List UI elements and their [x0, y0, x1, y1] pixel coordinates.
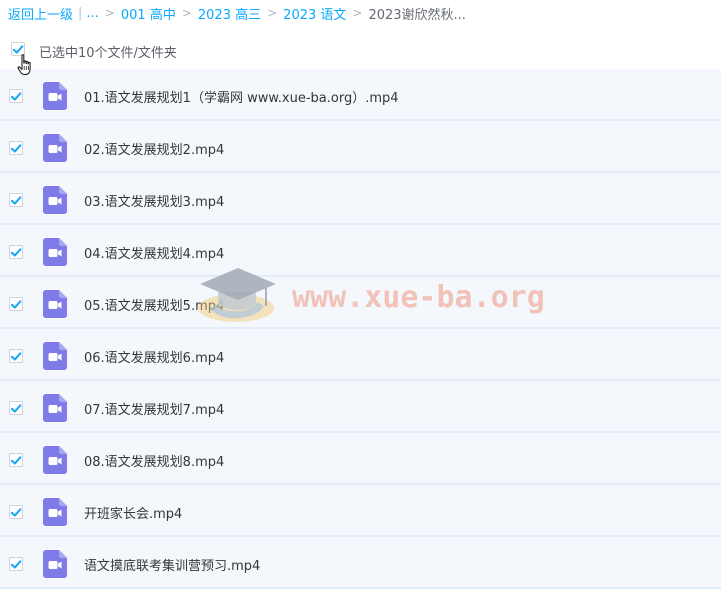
file-name[interactable]: 06.语文发展规划6.mp4	[84, 347, 224, 366]
video-file-icon	[43, 134, 67, 162]
breadcrumb-item-gaosan[interactable]: 2023 高三	[198, 4, 261, 23]
file-checkbox[interactable]	[9, 193, 23, 207]
checkmark-icon	[10, 403, 22, 413]
file-row[interactable]: 08.语文发展规划8.mp4	[0, 433, 721, 485]
checkmark-icon	[10, 195, 22, 205]
file-list: 01.语文发展规划1（学霸网 www.xue-ba.org）.mp4 02.语文发…	[0, 69, 721, 589]
selection-bar: 已选中10个文件/文件夹	[0, 35, 721, 76]
file-checkbox[interactable]	[9, 245, 23, 259]
video-file-icon	[43, 342, 67, 370]
file-name[interactable]: 03.语文发展规划3.mp4	[84, 191, 224, 210]
file-row[interactable]: 07.语文发展规划7.mp4	[0, 381, 721, 433]
breadcrumb-ellipsis[interactable]: ...	[86, 6, 98, 21]
file-row[interactable]: 04.语文发展规划4.mp4	[0, 225, 721, 277]
video-file-icon	[43, 290, 67, 318]
file-row[interactable]: 语文摸底联考集训营预习.mp4	[0, 537, 721, 589]
video-file-icon	[43, 186, 67, 214]
file-checkbox[interactable]	[9, 401, 23, 415]
checkmark-icon	[10, 299, 22, 309]
checkmark-icon	[10, 351, 22, 361]
file-name[interactable]: 开班家长会.mp4	[84, 503, 182, 522]
file-row[interactable]: 开班家长会.mp4	[0, 485, 721, 537]
checkmark-icon	[10, 91, 22, 101]
file-row[interactable]: 03.语文发展规划3.mp4	[0, 173, 721, 225]
video-file-icon	[43, 498, 67, 526]
hand-pointer-icon	[17, 54, 31, 76]
file-checkbox[interactable]	[9, 453, 23, 467]
checkmark-icon	[10, 507, 22, 517]
file-checkbox[interactable]	[9, 557, 23, 571]
file-browser: 返回上一级 | ... > 001 高中 > 2023 高三 > 2023 语文…	[0, 0, 721, 599]
file-row[interactable]: 05.语文发展规划5.mp4	[0, 277, 721, 329]
checkmark-icon	[10, 559, 22, 569]
file-name[interactable]: 02.语文发展规划2.mp4	[84, 139, 224, 158]
breadcrumb: 返回上一级 | ... > 001 高中 > 2023 高三 > 2023 语文…	[8, 4, 466, 23]
file-row[interactable]: 01.语文发展规划1（学霸网 www.xue-ba.org）.mp4	[0, 69, 721, 121]
file-checkbox[interactable]	[9, 89, 23, 103]
video-file-icon	[43, 550, 67, 578]
checkmark-icon	[10, 455, 22, 465]
breadcrumb-item-gaozhong[interactable]: 001 高中	[121, 4, 176, 23]
video-file-icon	[43, 82, 67, 110]
checkmark-icon	[10, 247, 22, 257]
breadcrumb-back-link[interactable]: 返回上一级	[8, 4, 73, 23]
file-name[interactable]: 04.语文发展规划4.mp4	[84, 243, 224, 262]
breadcrumb-item-yuwen[interactable]: 2023 语文	[283, 4, 346, 23]
file-checkbox[interactable]	[9, 141, 23, 155]
file-name[interactable]: 08.语文发展规划8.mp4	[84, 451, 224, 470]
video-file-icon	[43, 238, 67, 266]
file-checkbox[interactable]	[9, 297, 23, 311]
breadcrumb-divider: |	[78, 5, 83, 21]
chevron-right-icon: >	[267, 6, 278, 20]
file-checkbox[interactable]	[9, 349, 23, 363]
file-name[interactable]: 语文摸底联考集训营预习.mp4	[84, 555, 260, 574]
chevron-right-icon: >	[181, 6, 192, 20]
breadcrumb-current: 2023谢欣然秋...	[368, 7, 466, 23]
file-name[interactable]: 05.语文发展规划5.mp4	[84, 295, 224, 314]
video-file-icon	[43, 394, 67, 422]
file-row[interactable]: 02.语文发展规划2.mp4	[0, 121, 721, 173]
selection-count-label: 已选中10个文件/文件夹	[39, 46, 177, 61]
checkmark-icon	[10, 143, 22, 153]
file-name[interactable]: 01.语文发展规划1（学霸网 www.xue-ba.org）.mp4	[84, 87, 399, 106]
video-file-icon	[43, 446, 67, 474]
file-row[interactable]: 06.语文发展规划6.mp4	[0, 329, 721, 381]
file-name[interactable]: 07.语文发展规划7.mp4	[84, 399, 224, 418]
file-checkbox[interactable]	[9, 505, 23, 519]
chevron-right-icon: >	[352, 6, 363, 20]
chevron-right-icon: >	[104, 6, 115, 20]
